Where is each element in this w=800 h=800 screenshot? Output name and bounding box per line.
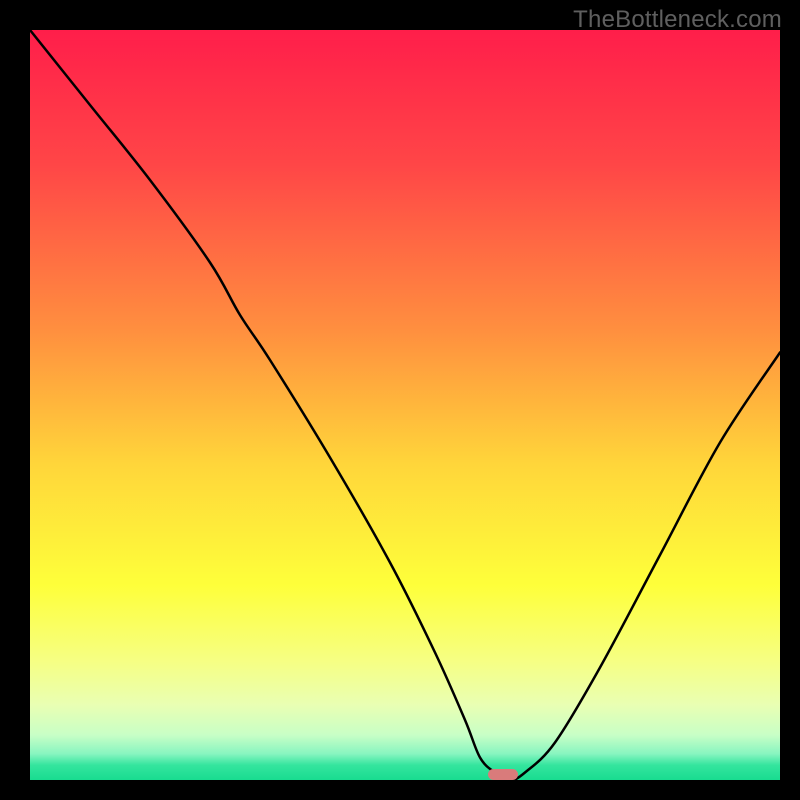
bottleneck-curve [30, 30, 780, 780]
watermark-text: TheBottleneck.com [573, 6, 782, 34]
chart-stage: TheBottleneck.com [0, 0, 800, 800]
plot-area [30, 30, 780, 780]
bottom-border [0, 780, 800, 800]
left-border [0, 0, 30, 800]
curve-layer [30, 30, 780, 780]
optimal-marker [488, 769, 518, 780]
